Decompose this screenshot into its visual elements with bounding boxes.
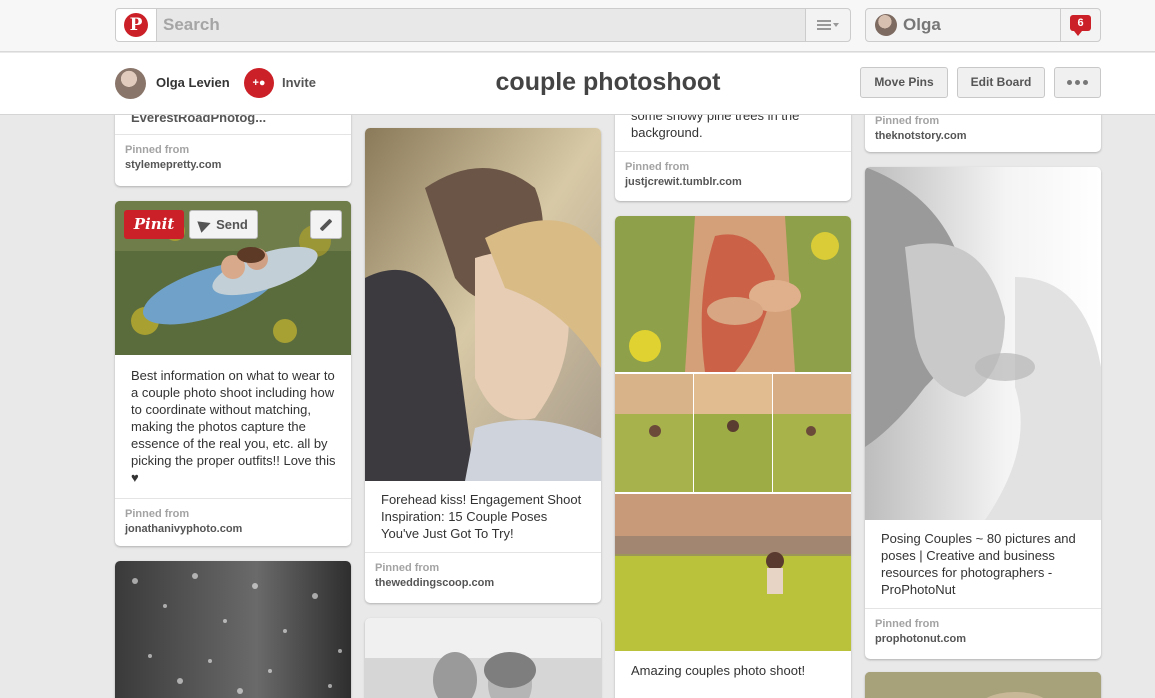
pin-card[interactable] [865,672,1101,698]
search-categories-button[interactable] [805,8,851,42]
pin-source-domain[interactable]: stylemepretty.com [125,159,341,171]
pin-description: Best information on what to wear to a co… [131,368,336,485]
pin-source[interactable]: Pinned from prophotonut.com [865,608,1101,645]
pin-card[interactable]: Forehead kiss! Engagement Shoot Inspirat… [365,128,601,603]
pinterest-logo-icon: P [124,13,148,37]
pin-card[interactable]: Posing Couples ~ 80 pictures and poses |… [865,167,1101,659]
pin-source-domain[interactable]: justjcrewit.tumblr.com [625,176,841,188]
pin-image[interactable] [365,128,601,481]
pin-source-domain[interactable]: theweddingscoop.com [375,577,591,589]
pinned-from-label: Pinned from [875,618,940,630]
pin-card[interactable]: Pinit Send Best information on what to w… [115,201,351,546]
pin-card[interactable]: Amazing couples photo shoot! [615,216,851,698]
chevron-down-icon [833,23,839,27]
pin-description: Posing Couples ~ 80 pictures and poses |… [881,531,1076,597]
top-navigation-bar: P Olga 6 [0,0,1155,52]
invite-button[interactable]: Invite [282,75,316,90]
pin-description: Amazing couples photo shoot! [631,663,806,678]
pinned-from-label: Pinned from [125,144,190,156]
pin-source[interactable]: Pinned from jonathanivyphoto.com [115,498,351,535]
pin-image-collage[interactable] [615,216,851,651]
board-owner-avatar[interactable] [115,68,146,99]
more-dot-icon [1067,80,1072,85]
move-pins-button[interactable]: Move Pins [860,67,948,98]
pencil-icon [319,218,333,231]
board-header: Olga Levien +● Invite couple photoshoot … [0,53,1155,115]
pin-source[interactable]: Pinned from stylemepretty.com [115,134,351,171]
pinterest-logo[interactable]: P [115,8,157,42]
avatar [875,14,897,36]
pin-card[interactable] [365,618,601,698]
pin-source-domain[interactable]: jonathanivyphoto.com [125,523,341,535]
more-options-button[interactable] [1054,67,1101,98]
pin-source[interactable]: Pinned from theweddingscoop.com [365,552,601,589]
pinned-from-label: Pinned from [125,508,190,520]
menu-icon [817,20,831,30]
pin-description: Forehead kiss! Engagement Shoot Inspirat… [381,492,582,541]
board-title: couple photoshoot [495,68,721,96]
notifications-button[interactable]: 6 [1060,8,1101,42]
search-input[interactable] [157,8,807,42]
pin-source[interactable]: Pinned from justjcrewit.tumblr.com [615,151,851,188]
pinned-from-label: Pinned from [375,562,440,574]
pin-source-domain[interactable]: theknotstory.com [875,130,1091,142]
more-dot-icon [1083,80,1088,85]
user-name: Olga [903,15,941,34]
edit-board-button[interactable]: Edit Board [957,67,1045,98]
edit-pin-button[interactable] [310,210,342,239]
pin-source-domain[interactable]: prophotonut.com [875,633,1091,645]
paper-plane-icon [197,216,213,233]
pin-card[interactable] [115,561,351,698]
send-label: Send [216,217,248,232]
board-owner-name[interactable]: Olga Levien [156,75,230,90]
notification-count-badge: 6 [1070,15,1091,36]
pin-image[interactable] [115,561,351,698]
user-profile-button[interactable]: Olga [865,8,1061,42]
pinned-from-label: Pinned from [875,115,940,127]
invite-collaborator-icon[interactable]: +● [244,68,274,98]
pin-image[interactable] [865,672,1101,698]
pinned-from-label: Pinned from [625,161,690,173]
pin-it-button[interactable]: Pinit [124,210,184,239]
pin-image[interactable] [865,167,1101,520]
send-button[interactable]: Send [189,210,258,239]
more-dot-icon [1075,80,1080,85]
pin-image[interactable] [365,618,601,698]
